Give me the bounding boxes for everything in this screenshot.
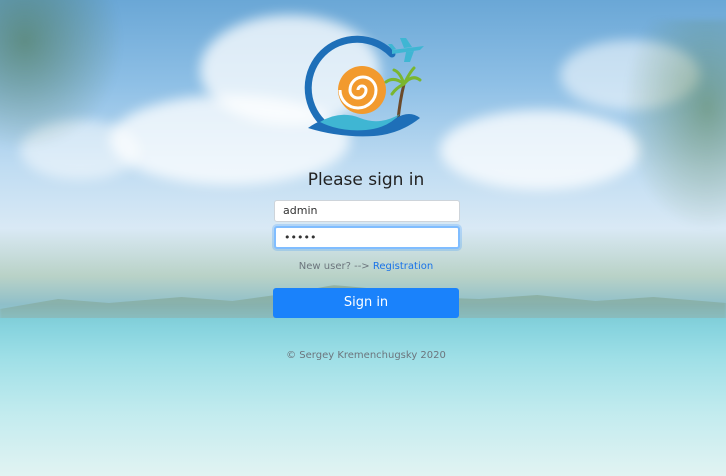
palm-tree-right: [616, 20, 726, 240]
logo-palm-trunk: [396, 83, 406, 121]
palm-tree-left: [0, 0, 130, 160]
copyright-text: © Sergey Kremenchugsky 2020: [286, 350, 446, 361]
registration-link[interactable]: Registration: [373, 261, 433, 272]
password-input[interactable]: •••••: [274, 226, 460, 249]
sign-in-button[interactable]: Sign in: [273, 288, 459, 318]
new-user-line: New user? --> Registration: [0, 261, 726, 272]
logo-airplane: [388, 38, 424, 62]
travel-logo-icon: [304, 35, 424, 137]
sea: [0, 318, 726, 476]
new-user-prompt: New user? -->: [298, 261, 370, 272]
page-title: Please sign in: [307, 170, 425, 190]
login-input[interactable]: admin: [274, 200, 460, 222]
